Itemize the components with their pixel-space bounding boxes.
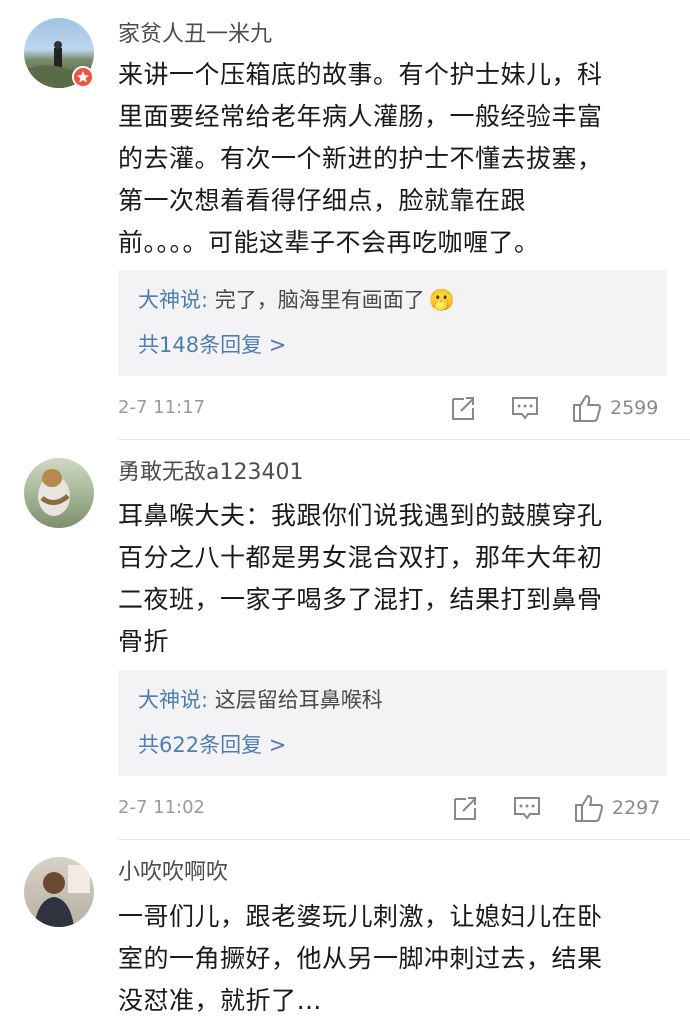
face-emoji-icon: 🫢 [428,288,455,312]
comment-text: 来讲一个压箱底的故事。有个护士妹儿，科 里面要经常给老年病人灌肠，一般经验丰富 … [118,54,658,264]
comment-line: 百分之八十都是男女混合双打，那年大年初 [118,543,603,572]
reply-preview[interactable]: 大神说: 完了，脑海里有画面了 🫢 共148条回复 > [118,270,667,376]
reply-text: 这层留给耳鼻喉科 [208,688,383,712]
like-count: 2297 [612,797,661,819]
reply-count-link[interactable]: 共622条回复 > [138,730,286,760]
comment-line: 里面要经常给老年病人灌肠，一般经验丰富 [118,102,603,131]
avatar[interactable] [24,857,94,927]
like-icon[interactable] [574,793,604,823]
like-icon[interactable] [572,393,602,423]
avatar-image [38,469,70,516]
username[interactable]: 家贫人丑一米九 [118,20,272,50]
reply-author[interactable]: 大神说: [138,288,208,312]
comment-icon[interactable] [511,393,539,423]
share-icon[interactable] [452,793,478,823]
comment-icon[interactable] [513,793,541,823]
comment-item: 勇敢无敌a123401 耳鼻喉大夫：我跟你们说我遇到的鼓膜穿孔 百分之八十都是男… [0,440,690,840]
comment-line: 一哥们儿，跟老婆玩儿刺激，让媳妇儿在卧 [118,902,603,931]
comment-line: 的去灌。有次一个新进的护士不懂去拔塞， [118,144,603,173]
comment-line: 二夜班，一家子喝多了混打，结果打到鼻骨 [118,585,603,614]
comment-line: 来讲一个压箱底的故事。有个护士妹儿，科 [118,60,603,89]
share-icon[interactable] [450,393,476,423]
reply-author[interactable]: 大神说: [138,688,208,712]
timestamp: 2-7 11:02 [118,797,205,818]
comment-line: 耳鼻喉大夫：我跟你们说我遇到的鼓膜穿孔 [118,501,603,530]
username[interactable]: 小吹吹啊吹 [118,858,228,888]
comment-line: 第一次想着看得仔细点，脸就靠在跟 [118,186,527,215]
reply-snippet: 大神说: 完了，脑海里有画面了 🫢 [138,285,455,315]
comment-line: 骨折 [118,627,170,656]
avatar-image [34,865,90,927]
like-count: 2599 [610,397,659,419]
comment-item: 家贫人丑一米九 来讲一个压箱底的故事。有个护士妹儿，科 里面要经常给老年病人灌肠… [0,0,690,440]
reply-text: 完了，脑海里有画面了 [208,288,425,312]
comment-text: 耳鼻喉大夫：我跟你们说我遇到的鼓膜穿孔 百分之八十都是男女混合双打，那年大年初 … [118,495,658,663]
comment-feed: 家贫人丑一米九 来讲一个压箱底的故事。有个护士妹儿，科 里面要经常给老年病人灌肠… [0,0,690,1027]
avatar[interactable] [24,458,94,528]
vip-badge-icon [72,66,94,88]
comment-line: 室的一角撅好，他从另一脚冲刺过去，结果 [118,944,603,973]
comment-item: 小吹吹啊吹 一哥们儿，跟老婆玩儿刺激，让媳妇儿在卧 室的一角撅好，他从另一脚冲刺… [0,840,690,1027]
comment-line: 没怼准，就折了… [118,986,323,1015]
reply-snippet: 大神说: 这层留给耳鼻喉科 [138,685,383,715]
comment-text: 一哥们儿，跟老婆玩儿刺激，让媳妇儿在卧 室的一角撅好，他从另一脚冲刺过去，结果 … [118,896,658,1022]
comment-line: 前。。。。可能这辈子不会再吃咖喱了。 [118,228,540,257]
reply-count-link[interactable]: 共148条回复 > [138,330,286,360]
reply-preview[interactable]: 大神说: 这层留给耳鼻喉科 共622条回复 > [118,670,667,776]
comment-meta: 2-7 11:02 2297 [118,793,668,823]
comment-meta: 2-7 11:17 2599 [118,393,668,423]
username[interactable]: 勇敢无敌a123401 [118,458,303,488]
timestamp: 2-7 11:17 [118,397,205,418]
